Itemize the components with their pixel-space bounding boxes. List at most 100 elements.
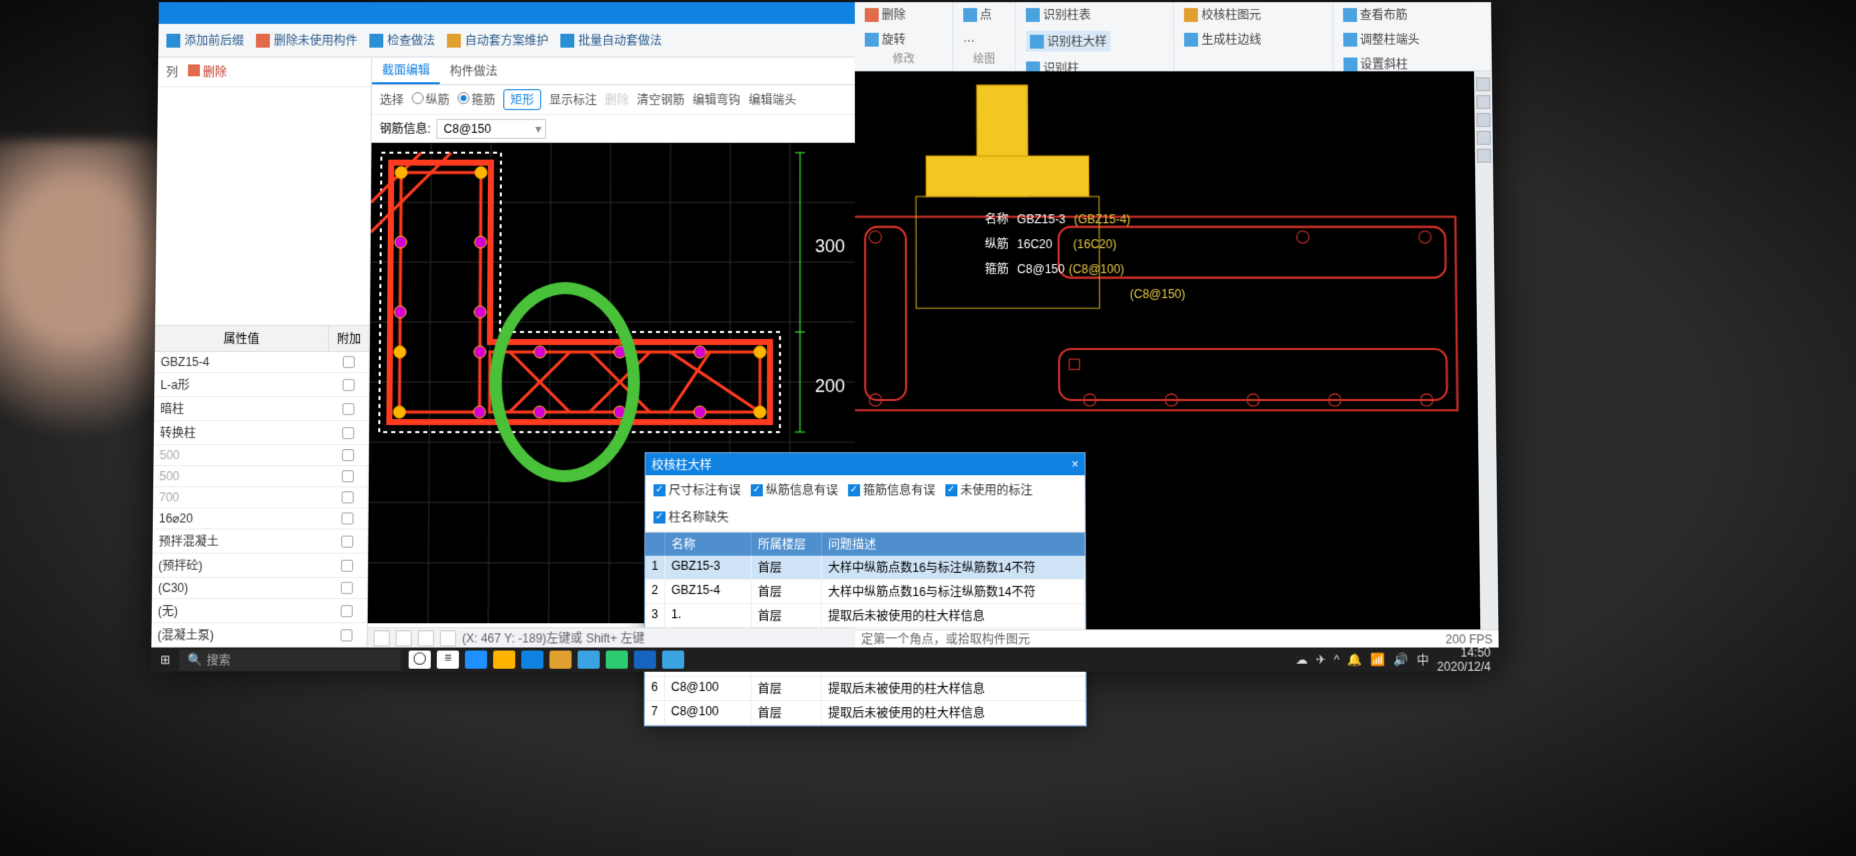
- checkbox[interactable]: [342, 403, 354, 415]
- taskbar-app[interactable]: [662, 651, 684, 669]
- tray-icon[interactable]: ^: [1334, 653, 1340, 667]
- dialog-row[interactable]: 31.首层提取后未被使用的柱大样信息: [645, 604, 1085, 628]
- side-tool[interactable]: [1477, 149, 1491, 163]
- rebar-info-combo[interactable]: C8@150: [437, 118, 547, 138]
- batch-auto-button[interactable]: 批量自动套做法: [560, 32, 662, 49]
- ribbon-verify[interactable]: 校核柱图元: [1184, 6, 1261, 23]
- radio-stirrup[interactable]: 箍筋: [457, 91, 495, 108]
- checkbox[interactable]: [341, 582, 353, 594]
- auto-scheme-button[interactable]: 自动套方案维护: [447, 32, 549, 49]
- tray-icon[interactable]: 🔔: [1348, 653, 1363, 667]
- tray-volume[interactable]: 🔊: [1394, 653, 1409, 667]
- property-row[interactable]: 500: [153, 466, 368, 487]
- ribbon-adjust-end[interactable]: 调整柱端头: [1343, 31, 1420, 48]
- tray-date[interactable]: 2020/12/4: [1437, 660, 1491, 674]
- view-icon: [1343, 8, 1357, 22]
- ribbon-more[interactable]: …: [963, 31, 975, 45]
- radio-longitudinal[interactable]: 纵筋: [412, 91, 450, 108]
- ribbon-rotate[interactable]: 旋转: [865, 31, 906, 48]
- tray-time[interactable]: 14:50: [1437, 645, 1491, 659]
- dim-200: 200: [815, 376, 845, 396]
- dialog-row[interactable]: 1GBZ15-3首层大样中纵筋点数16与标注纵筋数14不符: [645, 556, 1085, 580]
- side-tool[interactable]: [1476, 95, 1490, 109]
- property-row[interactable]: 转换柱: [154, 421, 369, 445]
- taskbar-app[interactable]: [606, 651, 628, 669]
- tray-ime[interactable]: 中: [1417, 651, 1429, 668]
- status-tool[interactable]: [440, 630, 456, 646]
- checkbox[interactable]: [342, 449, 354, 461]
- dialog-check[interactable]: ✓尺寸标注有误: [654, 481, 741, 498]
- taskbar-app[interactable]: [578, 651, 600, 669]
- checkbox[interactable]: [343, 356, 355, 368]
- ribbon-point[interactable]: 点: [963, 6, 992, 23]
- ribbon-view-rebar[interactable]: 查看布筋: [1343, 6, 1408, 23]
- checkbox[interactable]: [342, 427, 354, 439]
- ribbon-set-slant[interactable]: 设置斜柱: [1343, 56, 1408, 73]
- checkbox[interactable]: [342, 491, 354, 503]
- ribbon-id-detail[interactable]: 识别柱大样: [1026, 31, 1111, 52]
- check-method-button[interactable]: 检查做法: [369, 32, 435, 49]
- dialog-row[interactable]: 7C8@100首层提取后未被使用的柱大样信息: [645, 701, 1086, 725]
- tab-section-edit[interactable]: 截面编辑: [372, 58, 440, 85]
- checkbox[interactable]: [343, 379, 355, 391]
- delete-unused-button[interactable]: 删除未使用构件: [256, 32, 358, 49]
- side-tool[interactable]: [1477, 131, 1491, 145]
- checkbox[interactable]: [341, 559, 353, 571]
- ribbon-delete[interactable]: 删除: [865, 6, 906, 23]
- editor-info-row: 钢筋信息: C8@150: [372, 115, 855, 143]
- property-row[interactable]: L-a形: [154, 373, 368, 397]
- left-top-b[interactable]: 删除: [188, 63, 227, 80]
- ribbon-id-table[interactable]: 识别柱表: [1026, 6, 1091, 23]
- tray-icon[interactable]: ✈: [1316, 653, 1326, 667]
- property-row[interactable]: 预拌混凝土: [152, 530, 367, 554]
- taskbar-app[interactable]: ◯: [409, 651, 431, 669]
- left-top-a[interactable]: 列: [166, 63, 178, 80]
- add-prefix-suffix-button[interactable]: 添加前后缀: [166, 32, 244, 49]
- start-button[interactable]: ⊞: [151, 653, 179, 667]
- op-edit-hook[interactable]: 编辑弯钩: [693, 91, 741, 108]
- checkbox[interactable]: [341, 605, 353, 617]
- tray-icon[interactable]: ☁: [1296, 653, 1308, 667]
- checkbox[interactable]: [342, 470, 354, 482]
- taskbar-app[interactable]: [634, 651, 656, 669]
- tab-method[interactable]: 构件做法: [440, 58, 508, 85]
- side-tool[interactable]: [1476, 113, 1490, 127]
- shape-rect-button[interactable]: 矩形: [503, 89, 541, 110]
- property-row[interactable]: (C30): [152, 578, 367, 599]
- taskbar-search[interactable]: 🔍 搜索: [179, 649, 400, 670]
- taskbar-app[interactable]: ≡: [437, 651, 459, 669]
- dialog-check[interactable]: ✓纵筋信息有误: [751, 481, 838, 498]
- dialog-close-button[interactable]: ×: [1072, 457, 1079, 471]
- op-show-dim[interactable]: 显示标注: [549, 91, 597, 108]
- property-row[interactable]: (无): [152, 599, 367, 623]
- checkbox[interactable]: [340, 629, 352, 641]
- checkbox[interactable]: [341, 512, 353, 524]
- property-row[interactable]: (混凝土泵): [151, 623, 366, 647]
- op-edit-end[interactable]: 编辑端头: [748, 91, 796, 108]
- status-tool[interactable]: [374, 630, 390, 646]
- taskbar-app[interactable]: [549, 651, 571, 669]
- status-tool[interactable]: [418, 630, 434, 646]
- rotate-icon: [865, 32, 879, 46]
- ribbon-gen-edge[interactable]: 生成柱边线: [1185, 31, 1262, 48]
- dialog-check[interactable]: ✓柱名称缺失: [653, 508, 728, 525]
- taskbar-app[interactable]: [465, 651, 487, 669]
- property-row[interactable]: 16⌀20: [153, 508, 368, 529]
- property-row[interactable]: 700: [153, 487, 368, 508]
- property-row[interactable]: (预拌砼): [152, 554, 367, 578]
- dialog-row[interactable]: 2GBZ15-4首层大样中纵筋点数16与标注纵筋数14不符: [645, 580, 1085, 604]
- taskbar-app[interactable]: [493, 651, 515, 669]
- taskbar-app[interactable]: [521, 651, 543, 669]
- property-row[interactable]: 暗柱: [154, 397, 369, 421]
- dialog-row[interactable]: 6C8@100首层提取后未被使用的柱大样信息: [645, 677, 1086, 701]
- op-delete[interactable]: 删除: [605, 91, 629, 108]
- dialog-check[interactable]: ✓未使用的标注: [945, 481, 1032, 498]
- status-tool[interactable]: [396, 630, 412, 646]
- dialog-check[interactable]: ✓箍筋信息有误: [848, 481, 935, 498]
- side-tool[interactable]: [1476, 77, 1490, 91]
- op-clear-rebar[interactable]: 清空钢筋: [637, 91, 685, 108]
- checkbox[interactable]: [341, 535, 353, 547]
- property-row[interactable]: 500: [153, 445, 368, 466]
- property-row[interactable]: GBZ15-4: [155, 352, 369, 373]
- tray-icon[interactable]: 📶: [1371, 653, 1386, 667]
